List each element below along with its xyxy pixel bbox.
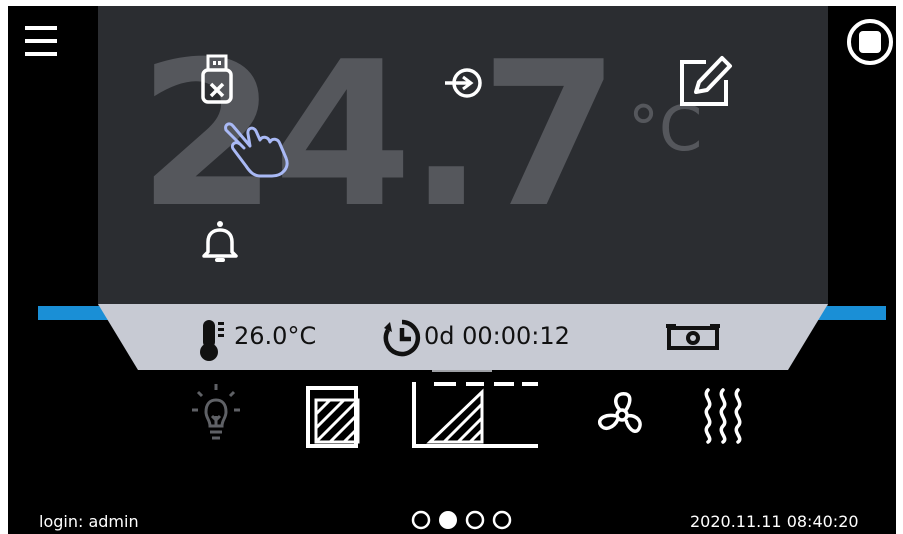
heating-icon[interactable] [696, 386, 750, 448]
page-dot-1 [411, 510, 431, 530]
bell-icon[interactable] [200, 220, 240, 268]
timer-value[interactable]: 0d 00:00:12 [424, 322, 570, 350]
usb-disconnected-icon[interactable] [198, 54, 238, 110]
setpoint-temperature[interactable]: 26.0°C [234, 322, 316, 350]
edit-icon[interactable] [678, 52, 736, 112]
key-icon[interactable] [441, 66, 491, 104]
menu-icon[interactable] [23, 24, 59, 62]
hand-pointer-icon [220, 116, 296, 184]
stop-icon[interactable] [846, 18, 894, 70]
program-segment-icon[interactable] [306, 384, 368, 452]
info-bar: 26.0°C 0d 00:00:12 [98, 304, 828, 370]
page-dot-3 [465, 510, 485, 530]
fan-icon[interactable] [594, 388, 650, 446]
light-bulb-icon[interactable] [186, 380, 246, 448]
page-dot-4 [492, 510, 512, 530]
program-ramp-icon[interactable] [410, 368, 544, 454]
page-indicator [410, 509, 518, 534]
page-dot-2-active [439, 511, 457, 529]
controller-screen: 24.7 °C 26.0°C 0d 00:00:12 login: admin … [8, 6, 896, 534]
login-status: login: admin [39, 512, 139, 531]
date-time: 2020.11.11 08:40:20 [690, 512, 859, 531]
